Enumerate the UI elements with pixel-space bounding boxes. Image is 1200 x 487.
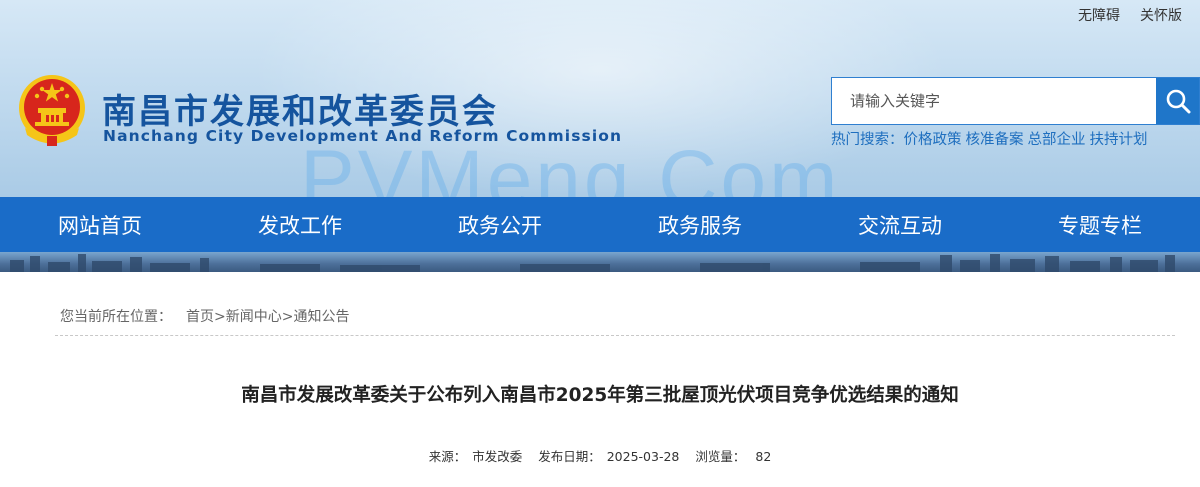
date-meta: 发布日期： 2025-03-28: [535, 449, 682, 464]
hot-search-item[interactable]: 价格政策: [904, 132, 962, 148]
national-emblem-icon: [19, 75, 85, 146]
breadcrumb-prefix: 您当前所在位置：: [60, 309, 172, 325]
source-meta: 来源： 市发改委: [426, 449, 526, 464]
search-button[interactable]: [1156, 78, 1199, 124]
site-header: 无障碍 关怀版 南昌市发展和改革委员会 Nanchang City Develo…: [0, 0, 1200, 197]
breadcrumb: 您当前所在位置： 首页>新闻中心>通知公告: [60, 306, 349, 326]
article-content: 您当前所在位置： 首页>新闻中心>通知公告 南昌市发展改革委关于公布列入南昌市20…: [0, 272, 1200, 487]
breadcrumb-separator: >: [214, 309, 226, 325]
hot-search-item[interactable]: 核准备案: [966, 132, 1024, 148]
hot-search-item[interactable]: 总部企业: [1028, 132, 1086, 148]
nav-item-special-topics[interactable]: 专题专栏: [1000, 197, 1200, 252]
search-input[interactable]: [832, 78, 1156, 124]
hot-search: 热门搜索：价格政策 核准备案 总部企业 扶持计划: [831, 128, 1152, 149]
main-nav: 网站首页 发改工作 政务公开 政务服务 交流互动 专题专栏: [0, 197, 1200, 252]
city-skyline-banner: [0, 252, 1200, 272]
views-meta: 浏览量： 82: [692, 449, 774, 464]
search-box: [831, 77, 1200, 125]
city-skyline-image: [10, 254, 1175, 272]
hot-search-item[interactable]: 扶持计划: [1090, 132, 1148, 148]
hot-search-label: 热门搜索：: [831, 132, 904, 148]
top-links: 无障碍 关怀版: [1078, 5, 1182, 25]
views-label: 浏览量：: [695, 449, 746, 464]
source-value: 市发改委: [472, 449, 523, 464]
accessibility-link[interactable]: 无障碍: [1078, 5, 1120, 25]
breadcrumb-separator: >: [281, 309, 294, 325]
nav-item-interaction[interactable]: 交流互动: [800, 197, 1000, 252]
divider: [55, 335, 1175, 336]
site-title-cn: 南昌市发展和改革委员会: [102, 92, 498, 132]
nav-item-government-services[interactable]: 政务服务: [600, 197, 800, 252]
care-mode-link[interactable]: 关怀版: [1140, 5, 1182, 25]
search-icon: [1166, 89, 1190, 114]
nav-item-development-work[interactable]: 发改工作: [200, 197, 400, 252]
breadcrumb-item-home[interactable]: 首页: [186, 309, 214, 325]
source-label: 来源：: [428, 449, 467, 464]
article-title: 南昌市发展改革委关于公布列入南昌市2025年第三批屋顶光伏项目竞争优选结果的通知: [241, 385, 959, 406]
views-value: 82: [755, 449, 772, 464]
breadcrumb-item-news[interactable]: 新闻中心: [226, 309, 282, 325]
article-meta: 来源： 市发改委 发布日期： 2025-03-28 浏览量： 82: [0, 446, 1200, 465]
site-title-en: Nanchang City Development And Reform Com…: [103, 127, 623, 145]
breadcrumb-item-notices[interactable]: 通知公告: [293, 309, 349, 325]
nav-item-government-affairs[interactable]: 政务公开: [400, 197, 600, 252]
date-label: 发布日期：: [538, 449, 601, 464]
nav-item-home[interactable]: 网站首页: [0, 197, 200, 252]
date-value: 2025-03-28: [606, 449, 680, 464]
